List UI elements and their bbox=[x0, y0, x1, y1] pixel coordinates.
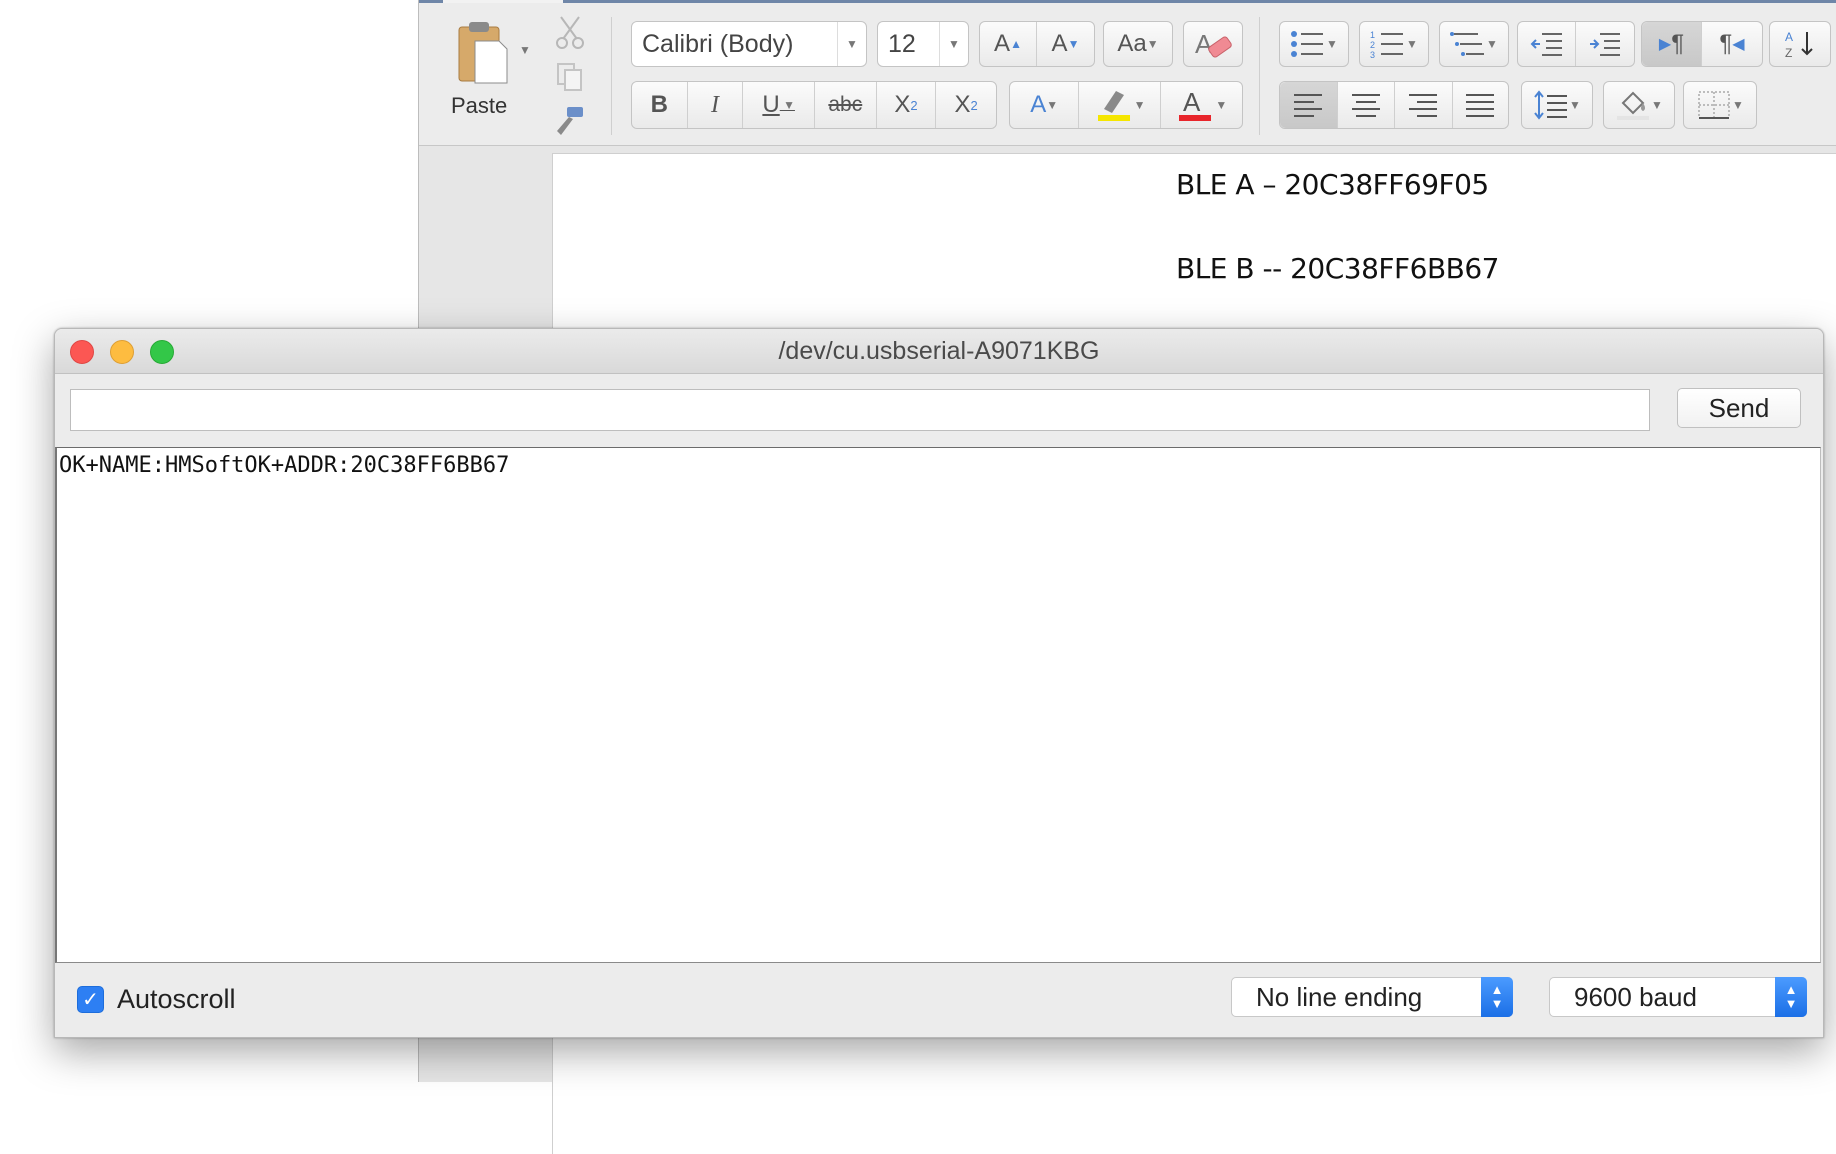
eraser-icon: A bbox=[1195, 29, 1232, 59]
align-center-icon bbox=[1351, 94, 1380, 117]
serial-monitor-window: /dev/cu.usbserial-A9071KBG Send OK+NAME:… bbox=[54, 328, 1824, 1038]
autoscroll-checkbox[interactable]: ✓ bbox=[77, 986, 104, 1013]
ltr-paragraph-icon: ▶ bbox=[1658, 36, 1672, 53]
up-down-chevron-icon: ▲ ▼ bbox=[1481, 977, 1513, 1017]
paste-button[interactable]: Paste bbox=[447, 17, 517, 127]
line-spacing-button[interactable]: ▼ bbox=[1521, 81, 1593, 129]
increase-indent-button[interactable] bbox=[1576, 22, 1634, 66]
baud-rate-select[interactable]: 9600 baud ▲ ▼ bbox=[1549, 977, 1807, 1017]
indent-group bbox=[1517, 21, 1635, 67]
numbering-button[interactable]: 1 2 3 ▼ bbox=[1359, 21, 1429, 67]
line-ending-value: No line ending bbox=[1256, 982, 1423, 1012]
serial-output-text: OK+NAME:HMSoftOK+ADDR:20C38FF6BB67 bbox=[59, 453, 510, 478]
increase-indent-icon bbox=[1590, 33, 1620, 56]
svg-text:1: 1 bbox=[1370, 30, 1375, 40]
font-size-value: 12 bbox=[888, 30, 916, 58]
send-input[interactable] bbox=[70, 389, 1650, 431]
svg-text:Z: Z bbox=[1785, 46, 1792, 60]
clear-formatting-button[interactable]: A bbox=[1183, 21, 1243, 67]
chevron-down-icon: ▼ bbox=[939, 22, 968, 66]
italic-button[interactable]: I bbox=[688, 82, 744, 128]
text-style-group: B I U ▼ abc X2 X2 bbox=[631, 81, 997, 129]
superscript-button[interactable]: X2 bbox=[936, 82, 996, 128]
font-color-icon: A bbox=[1179, 87, 1212, 121]
send-button[interactable]: Send bbox=[1677, 388, 1801, 428]
svg-text:A: A bbox=[1785, 30, 1793, 44]
multilevel-list-icon bbox=[1450, 32, 1485, 56]
ltr-direction-button[interactable]: ▶ ¶ bbox=[1642, 22, 1702, 66]
bullet-list-icon bbox=[1291, 31, 1324, 57]
up-down-chevron-icon: ▲ ▼ bbox=[1775, 977, 1807, 1017]
minimize-button[interactable] bbox=[110, 340, 134, 364]
underline-button[interactable]: U ▼ bbox=[743, 82, 815, 128]
align-left-button[interactable] bbox=[1280, 82, 1338, 128]
grow-font-button[interactable]: A ▲ bbox=[980, 22, 1038, 66]
text-color-group: A ▼ ▼ A ▼ bbox=[1009, 81, 1243, 129]
direction-group: ▶ ¶ ¶ ◀ bbox=[1641, 21, 1763, 67]
cut-icon[interactable] bbox=[555, 15, 585, 49]
highlight-button[interactable]: ▼ bbox=[1079, 82, 1161, 128]
align-right-button[interactable] bbox=[1395, 82, 1453, 128]
sort-icon: AZ bbox=[1785, 30, 1813, 60]
highlighter-icon bbox=[1097, 91, 1130, 121]
copy-icon[interactable] bbox=[555, 61, 585, 93]
alignment-group bbox=[1279, 81, 1509, 129]
baud-rate-value: 9600 baud bbox=[1574, 982, 1697, 1012]
align-left-icon bbox=[1294, 94, 1323, 117]
ribbon: Paste ▼ Calibri (Body) ▼ 12 ▼ A ▲ A ▼ Aa… bbox=[419, 3, 1836, 146]
bold-button[interactable]: B bbox=[632, 82, 688, 128]
strikethrough-button[interactable]: abc bbox=[815, 82, 877, 128]
borders-button[interactable]: ▼ bbox=[1683, 81, 1757, 129]
multilevel-list-button[interactable]: ▼ bbox=[1439, 21, 1509, 67]
serial-output[interactable]: OK+NAME:HMSoftOK+ADDR:20C38FF6BB67 bbox=[55, 447, 1821, 963]
font-size-combo[interactable]: 12 ▼ bbox=[877, 21, 969, 67]
numbered-list-icon: 123 bbox=[1370, 30, 1404, 59]
justify-button[interactable] bbox=[1453, 82, 1509, 128]
subscript-button[interactable]: X2 bbox=[877, 82, 937, 128]
decrease-indent-button[interactable] bbox=[1518, 22, 1576, 66]
svg-text:A: A bbox=[1195, 29, 1213, 59]
svg-text:3: 3 bbox=[1370, 50, 1375, 59]
paste-dropdown-arrow[interactable]: ▼ bbox=[519, 43, 531, 57]
close-button[interactable] bbox=[70, 340, 94, 364]
ribbon-separator bbox=[1259, 17, 1260, 135]
svg-text:2: 2 bbox=[1370, 40, 1375, 50]
bullets-button[interactable]: ▼ bbox=[1279, 21, 1349, 67]
text-effects-button[interactable]: A ▼ bbox=[1010, 82, 1080, 128]
format-painter-icon[interactable] bbox=[553, 105, 587, 137]
align-right-icon bbox=[1409, 94, 1438, 117]
line-ending-select[interactable]: No line ending ▲ ▼ bbox=[1231, 977, 1513, 1017]
rtl-paragraph-icon: ◀ bbox=[1732, 36, 1745, 53]
sort-button[interactable]: AZ bbox=[1769, 21, 1831, 67]
rtl-direction-button[interactable]: ¶ ◀ bbox=[1702, 22, 1762, 66]
shading-button[interactable]: ▼ bbox=[1603, 81, 1675, 129]
justify-icon bbox=[1466, 94, 1495, 117]
align-center-button[interactable] bbox=[1338, 82, 1395, 128]
font-size-group: A ▲ A ▼ bbox=[979, 21, 1095, 67]
paste-label: Paste bbox=[451, 93, 508, 118]
bottom-bar: ✓ Autoscroll No line ending ▲ ▼ 9600 baud… bbox=[55, 963, 1823, 1037]
window-title: /dev/cu.usbserial-A9071KBG bbox=[778, 337, 1100, 365]
paint-bucket-icon bbox=[1617, 91, 1650, 120]
document-line: BLE B -- 20C38FF6BB67 bbox=[1176, 252, 1500, 285]
shrink-font-button[interactable]: A ▼ bbox=[1037, 22, 1094, 66]
decrease-indent-icon bbox=[1530, 33, 1562, 56]
line-spacing-icon bbox=[1534, 90, 1568, 120]
paste-icon bbox=[458, 22, 508, 84]
zoom-button[interactable] bbox=[150, 340, 174, 364]
title-bar[interactable]: /dev/cu.usbserial-A9071KBG bbox=[55, 329, 1823, 374]
chevron-down-icon: ▼ bbox=[837, 22, 866, 66]
document-line: BLE A – 20C38FF69F05 bbox=[1176, 168, 1489, 201]
ribbon-separator bbox=[611, 17, 612, 135]
font-color-button[interactable]: A ▼ bbox=[1161, 82, 1242, 128]
svg-text:A: A bbox=[1183, 87, 1201, 117]
font-name-combo[interactable]: Calibri (Body) ▼ bbox=[631, 21, 867, 67]
font-name-value: Calibri (Body) bbox=[642, 30, 794, 58]
borders-icon bbox=[1698, 91, 1730, 119]
checkmark-icon: ✓ bbox=[82, 987, 99, 1011]
autoscroll-label: Autoscroll bbox=[117, 984, 236, 1014]
change-case-button[interactable]: Aa ▼ bbox=[1103, 21, 1173, 67]
